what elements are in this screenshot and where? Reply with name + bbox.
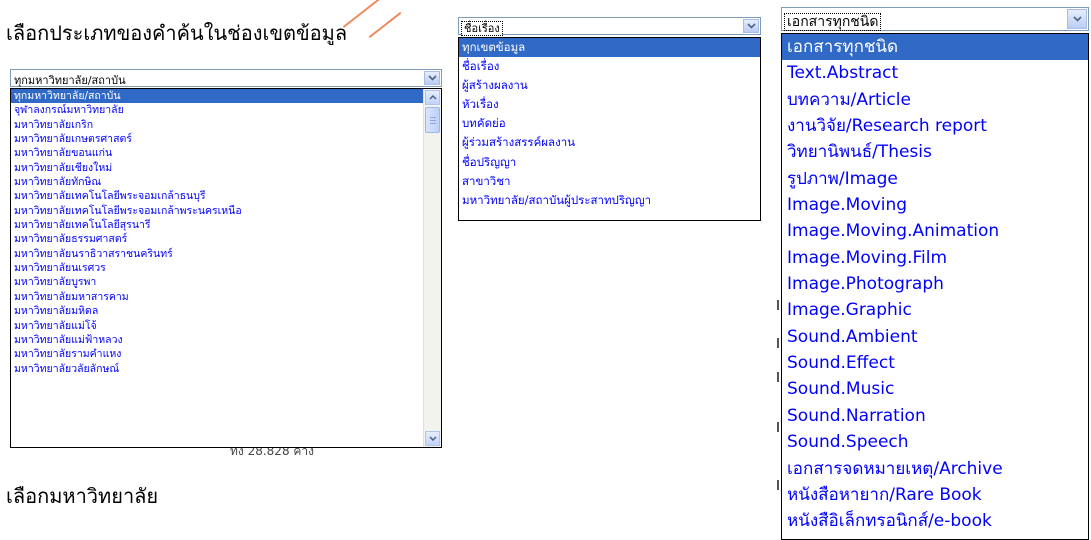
field-option[interactable]: ผู้ร่วมสร้างสรรค์ผลงาน <box>459 133 760 152</box>
field-option[interactable]: ชื่อเรื่อง <box>459 57 760 76</box>
university-option[interactable]: มหาวิทยาลัยเทคโนโลยีพระจอมเกล้าธนบุรี <box>11 189 441 203</box>
doctype-option[interactable]: เอกสารจดหมายเหตุ/Archive <box>782 456 1088 482</box>
field-option[interactable]: บทคัดย่อ <box>459 114 760 133</box>
watermark-stroke <box>368 11 402 39</box>
field-select[interactable]: ชื่อเรื่อง <box>458 17 761 37</box>
doctype-option[interactable]: Image.Moving <box>782 192 1088 218</box>
university-options: ทุกมหาวิทยาลัย/สถาบัน จุฬาลงกรณ์มหาวิทยาล… <box>11 89 441 376</box>
university-caption: เลือกมหาวิทยาลัย <box>6 484 159 508</box>
field-option[interactable]: ชื่อปริญญา <box>459 153 760 172</box>
doctype-option[interactable]: รูปภาพ/Image <box>782 166 1088 192</box>
field-option[interactable]: หัวเรื่อง <box>459 95 760 114</box>
university-select[interactable]: ทุกมหาวิทยาลัย/สถาบัน <box>10 69 442 87</box>
university-options-list[interactable]: ทุกมหาวิทยาลัย/สถาบัน จุฬาลงกรณ์มหาวิทยาล… <box>10 88 442 448</box>
doctype-option[interactable]: หนังสือหายาก/Rare Book <box>782 482 1088 508</box>
field-type-caption: เลือกประเภทของคำค้นในช่องเขตข้อมูล <box>6 21 348 45</box>
doctype-option[interactable]: Image.Photograph <box>782 271 1088 297</box>
university-option[interactable]: มหาวิทยาลัยทักษิณ <box>11 175 441 189</box>
doctype-option[interactable]: Image.Graphic <box>782 297 1088 323</box>
university-scrollbar[interactable] <box>423 89 441 447</box>
university-option[interactable]: มหาวิทยาลัยธรรมศาสตร์ <box>11 232 441 246</box>
background-edge-mark <box>777 338 779 348</box>
university-select-value: ทุกมหาวิทยาลัย/สถาบัน <box>14 74 126 87</box>
field-option[interactable]: สาขาวิชา <box>459 172 760 191</box>
university-option[interactable]: มหาวิทยาลัยรามคำแหง <box>11 347 441 361</box>
grip-line <box>430 117 436 118</box>
university-option[interactable]: จุฬาลงกรณ์มหาวิทยาลัย <box>11 103 441 117</box>
field-select-value-wrap: ชื่อเรื่อง <box>461 19 503 37</box>
doctype-option[interactable]: Text.Abstract <box>782 60 1088 86</box>
grip-line <box>430 120 436 121</box>
scroll-down-button[interactable] <box>425 431 440 446</box>
doctype-option[interactable]: หนังสือิเล็กทรอนิกส์/e-book <box>782 508 1088 534</box>
university-option[interactable]: มหาวิทยาลัยบูรพา <box>11 275 441 289</box>
doctype-dropdown-button[interactable] <box>1067 9 1087 29</box>
watermark-stroke <box>342 0 386 28</box>
doctype-option[interactable]: Image.Moving.Film <box>782 245 1088 271</box>
doctype-select-value-wrap: เอกสารทุกชนิด <box>783 11 882 33</box>
university-option[interactable]: ทุกมหาวิทยาลัย/สถาบัน <box>11 89 441 104</box>
doctype-select[interactable]: เอกสารทุกชนิด <box>781 7 1089 31</box>
university-option[interactable]: มหาวิทยาลัยนราธิวาสราชนครินทร์ <box>11 247 441 261</box>
doctype-option[interactable]: บทความ/Article <box>782 87 1088 113</box>
doctype-option[interactable]: Image.Moving.Animation <box>782 218 1088 244</box>
grip-line <box>430 123 436 124</box>
scroll-up-button[interactable] <box>425 90 440 105</box>
university-option[interactable]: มหาวิทยาลัยแม่ฟ้าหลวง <box>11 333 441 347</box>
chevron-down-icon <box>427 75 437 81</box>
background-edge-mark <box>777 372 779 382</box>
doctype-options: เอกสารทุกชนิด Text.Abstract บทความ/Article… <box>782 34 1088 535</box>
chevron-up-icon <box>428 95 437 100</box>
doctype-option[interactable]: เอกสารทุกชนิด <box>782 34 1088 61</box>
doctype-option[interactable]: Sound.Speech <box>782 429 1088 455</box>
field-option[interactable]: ผู้สร้างผลงาน <box>459 76 760 95</box>
university-option[interactable]: มหาวิทยาลัยเชียงใหม่ <box>11 161 441 175</box>
chevron-down-icon <box>1072 16 1082 22</box>
field-option[interactable]: มหาวิทยาลัย/สถาบันผู้ประสาทปริญญา <box>459 191 760 210</box>
doctype-option[interactable]: งานวิจัย/Research report <box>782 113 1088 139</box>
university-option[interactable]: มหาวิทยาลัยวลัยลักษณ์ <box>11 362 441 376</box>
doctype-option[interactable]: Sound.Ambient <box>782 324 1088 350</box>
university-dropdown-button[interactable] <box>424 71 440 85</box>
field-select-value: ชื่อเรื่อง <box>461 21 503 36</box>
doctype-select-value: เอกสารทุกชนิด <box>783 13 882 31</box>
doctype-option[interactable]: Sound.Music <box>782 376 1088 402</box>
field-option[interactable]: ทุกเขตข้อมูล <box>459 38 760 58</box>
university-option[interactable]: มหาวิทยาลัยเทคโนโลยีพระจอมเกล้าพระนครเหน… <box>11 204 441 218</box>
university-option[interactable]: มหาวิทยาลัยมหิดล <box>11 304 441 318</box>
doctype-option[interactable]: Sound.Narration <box>782 403 1088 429</box>
field-options: ทุกเขตข้อมูล ชื่อเรื่อง ผู้สร้างผลงาน หัวเร… <box>459 38 760 210</box>
field-options-list[interactable]: ทุกเขตข้อมูล ชื่อเรื่อง ผู้สร้างผลงาน หัวเร… <box>458 37 761 221</box>
university-option[interactable]: มหาวิทยาลัยมหาสารคาม <box>11 290 441 304</box>
university-option[interactable]: มหาวิทยาลัยเทคโนโลยีสุรนารี <box>11 218 441 232</box>
background-edge-mark <box>777 300 779 310</box>
doctype-option[interactable]: Sound.Effect <box>782 350 1088 376</box>
university-option[interactable]: มหาวิทยาลัยแม่โจ้ <box>11 319 441 333</box>
university-option[interactable]: มหาวิทยาลัยนเรศวร <box>11 261 441 275</box>
university-option[interactable]: มหาวิทยาลัยเกษตรศาสตร์ <box>11 132 441 146</box>
field-dropdown-button[interactable] <box>743 19 759 33</box>
chevron-down-icon <box>428 436 437 441</box>
doctype-option[interactable]: วิทยานิพนธ์/Thesis <box>782 139 1088 165</box>
university-option[interactable]: มหาวิทยาลัยขอนแก่น <box>11 146 441 160</box>
scroll-thumb[interactable] <box>425 107 440 133</box>
chevron-down-icon <box>746 23 756 29</box>
background-edge-mark <box>777 480 779 490</box>
university-option[interactable]: มหาวิทยาลัยเกริก <box>11 118 441 132</box>
background-edge-mark <box>777 422 779 432</box>
doctype-options-list[interactable]: เอกสารทุกชนิด Text.Abstract บทความ/Article… <box>781 33 1089 540</box>
